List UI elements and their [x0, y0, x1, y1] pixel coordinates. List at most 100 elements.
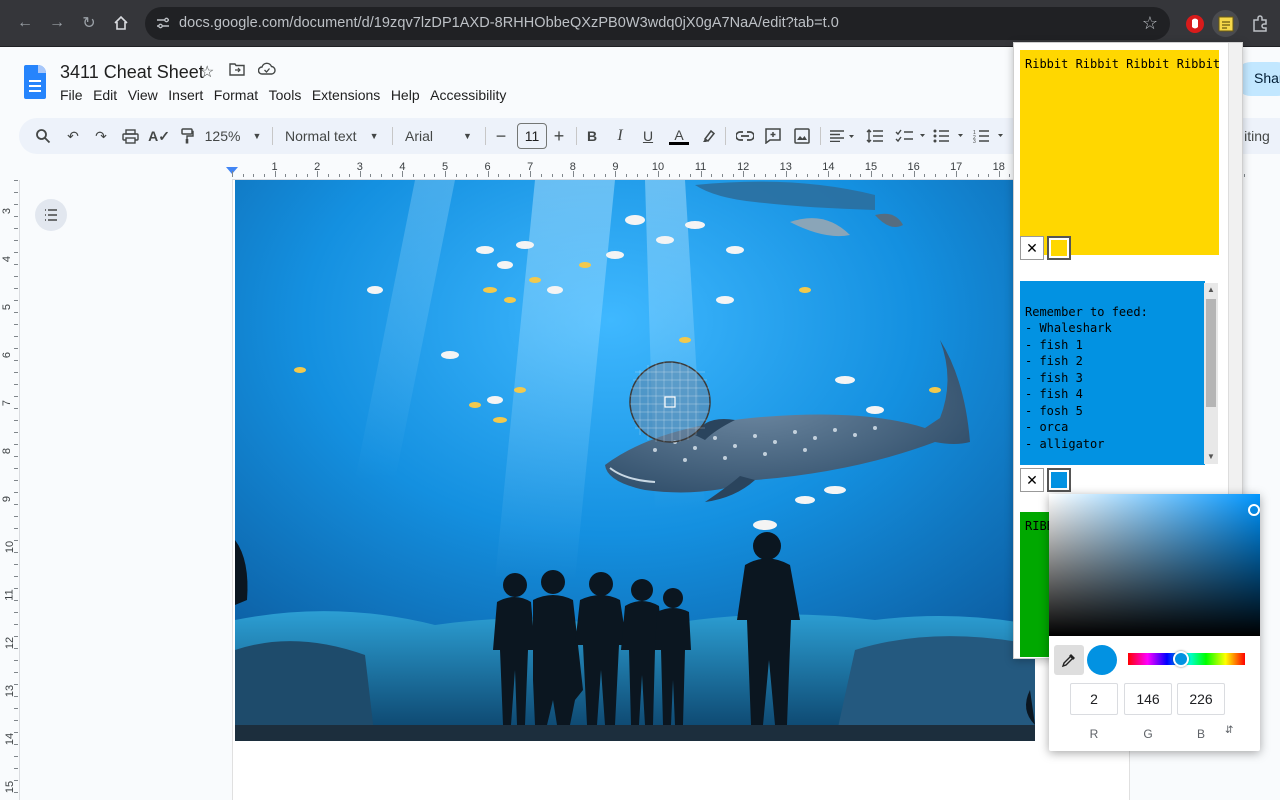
ruler-tick [540, 174, 542, 177]
ruler-number: 4 [1, 255, 14, 263]
text-color-icon[interactable]: A [668, 118, 690, 154]
menu-file[interactable]: File [60, 87, 83, 103]
sticky-note-blue[interactable]: Remember to feed: - Whaleshark - fish 1 … [1020, 281, 1205, 465]
blue-input[interactable]: 226 [1177, 683, 1225, 715]
saturation-value-handle[interactable] [1248, 504, 1260, 516]
home-icon[interactable] [109, 11, 133, 35]
extensions-puzzle-icon[interactable] [1246, 10, 1273, 37]
ruler-tick [14, 348, 18, 349]
ruler-number: 3 [1, 207, 14, 215]
decrease-font-size-icon[interactable]: − [493, 118, 509, 154]
spellcheck-icon[interactable]: A✓ [148, 118, 170, 154]
ruler-tick [14, 516, 18, 517]
ruler-tick [14, 780, 18, 781]
italic-icon[interactable]: I [612, 118, 628, 154]
close-icon[interactable]: ✕ [1020, 468, 1044, 492]
ruler-number: 7 [1, 399, 14, 407]
search-icon[interactable] [33, 118, 53, 154]
insert-image-icon[interactable] [792, 118, 812, 154]
eyedropper-icon[interactable] [1054, 645, 1084, 675]
reload-icon[interactable]: ↻ [77, 11, 101, 35]
format-toggle-icon[interactable]: ⇵ [1225, 725, 1233, 736]
indent-marker-icon[interactable] [226, 167, 240, 176]
close-icon[interactable]: ✕ [1020, 236, 1044, 260]
increase-font-size-icon[interactable]: + [551, 118, 567, 154]
menu-accessibility[interactable]: Accessibility [430, 87, 506, 103]
note-text[interactable]: RIBB [1025, 519, 1050, 533]
ruler-tick [14, 312, 18, 313]
ruler-tick [913, 171, 915, 177]
ruler-tick [14, 588, 18, 589]
scroll-thumb[interactable] [1206, 299, 1216, 407]
ruler-tick [14, 744, 18, 745]
paint-format-icon[interactable] [177, 118, 197, 154]
zoom-select[interactable]: 125% ▼ [204, 118, 262, 154]
address-bar[interactable]: docs.google.com/document/d/19zqv7lzDP1AX… [145, 7, 1170, 40]
ruler-tick [551, 174, 553, 177]
numbered-list-icon[interactable]: 123 [973, 118, 1005, 154]
redo-icon[interactable]: ↷ [91, 118, 111, 154]
note-color-swatch[interactable] [1047, 468, 1071, 492]
note-text[interactable]: Ribbit Ribbit Ribbit Ribbit [1025, 57, 1219, 71]
docs-logo-icon[interactable] [24, 65, 46, 99]
bulleted-list-icon[interactable] [933, 118, 965, 154]
ruler-tick [860, 174, 862, 177]
menu-help[interactable]: Help [391, 87, 420, 103]
cloud-saved-icon[interactable] [257, 62, 276, 81]
menu-edit[interactable]: Edit [93, 87, 117, 103]
note-color-swatch[interactable] [1047, 236, 1071, 260]
bold-icon[interactable]: B [584, 118, 600, 154]
back-icon[interactable]: ← [13, 11, 37, 35]
zoom-value: 125% [204, 128, 241, 144]
ruler-tick [594, 174, 596, 177]
svg-text:3: 3 [973, 139, 976, 143]
ruler-tick [14, 672, 18, 673]
ruler-tick [743, 171, 745, 177]
saturation-value-area[interactable] [1049, 494, 1260, 636]
print-icon[interactable] [120, 118, 140, 154]
hue-slider-handle[interactable] [1173, 651, 1189, 667]
ruler-tick [615, 171, 617, 177]
checklist-icon[interactable] [895, 118, 927, 154]
star-icon[interactable]: ☆ [200, 62, 214, 82]
insert-link-icon[interactable] [735, 118, 755, 154]
line-spacing-icon[interactable] [865, 118, 885, 154]
font-select[interactable]: Arial ▼ [405, 118, 477, 154]
blue-label: B [1196, 727, 1205, 741]
font-size-input[interactable]: 11 [517, 123, 547, 149]
menu-insert[interactable]: Insert [168, 87, 203, 103]
editing-mode-label[interactable]: iting [1237, 118, 1277, 154]
underline-icon[interactable]: U [640, 118, 656, 154]
ruler-tick [764, 174, 766, 177]
green-input[interactable]: 146 [1124, 683, 1172, 715]
scroll-up-icon[interactable]: ▲ [1207, 285, 1215, 294]
document-title[interactable]: 3411 Cheat Sheet [60, 62, 204, 83]
align-icon[interactable] [828, 118, 856, 154]
menu-format[interactable]: Format [214, 87, 258, 103]
paragraph-style-select[interactable]: Normal text ▼ [285, 118, 383, 154]
insert-comment-icon[interactable] [763, 118, 783, 154]
document-outline-icon[interactable] [35, 199, 67, 231]
ruler-tick [455, 174, 457, 177]
sticky-note-green[interactable]: RIBB [1020, 512, 1050, 657]
scroll-down-icon[interactable]: ▼ [1207, 452, 1215, 461]
move-folder-icon[interactable] [229, 62, 245, 81]
bookmark-star-icon[interactable]: ☆ [1142, 13, 1158, 34]
menu-extensions[interactable]: Extensions [312, 87, 380, 103]
sticky-note-yellow[interactable]: Ribbit Ribbit Ribbit Ribbit [1020, 50, 1219, 255]
extension-red-icon[interactable] [1181, 10, 1208, 37]
aquarium-image[interactable] [235, 180, 1035, 741]
highlight-icon[interactable] [699, 118, 717, 154]
menu-tools[interactable]: Tools [269, 87, 302, 103]
menu-view[interactable]: View [128, 87, 158, 103]
ruler-tick [14, 276, 18, 277]
ruler-tick [519, 174, 521, 177]
note-text[interactable]: Remember to feed: - Whaleshark - fish 1 … [1025, 305, 1148, 451]
red-input[interactable]: 2 [1070, 683, 1118, 715]
forward-icon[interactable]: → [45, 11, 69, 35]
undo-icon[interactable]: ↶ [63, 118, 83, 154]
ruler-tick [14, 180, 18, 181]
note-scrollbar[interactable]: ▲ ▼ [1204, 283, 1218, 464]
sticky-notes-extension-icon[interactable] [1212, 10, 1239, 37]
site-settings-icon[interactable] [155, 15, 171, 31]
